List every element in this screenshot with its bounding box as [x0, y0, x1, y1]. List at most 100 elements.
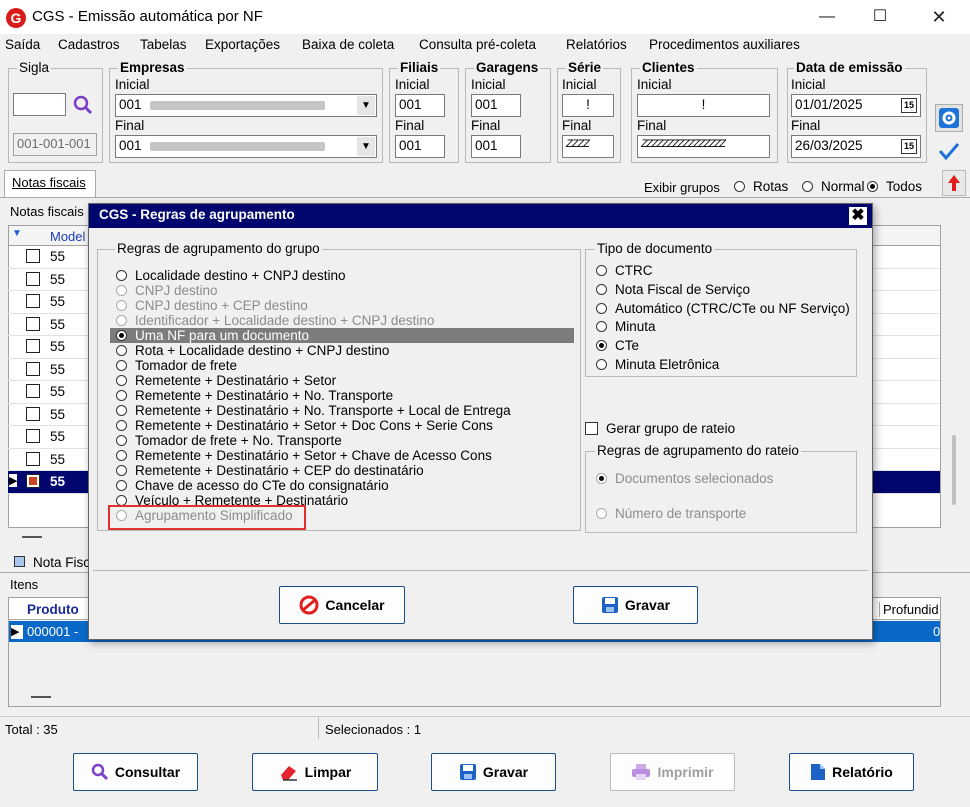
minimize-icon[interactable]: — — [804, 0, 850, 34]
group-rules-box: Regras de agrupamento do grupo Localidad… — [97, 241, 581, 531]
row-checkbox[interactable] — [26, 361, 40, 376]
close-icon[interactable]: ✖ — [849, 207, 867, 225]
doc-type-option[interactable]: Nota Fiscal de Serviço — [596, 282, 750, 297]
rule-label: Tomador de frete + No. Transporte — [135, 433, 342, 448]
exibir-todos-label: Todos — [886, 179, 923, 194]
garagens-title: Garagens — [474, 60, 541, 75]
serie-inicial-input[interactable]: ! — [562, 94, 614, 117]
rule-option[interactable]: Chave de acesso do CTe do consignatário — [116, 478, 389, 493]
menu-saida[interactable]: Saída — [5, 37, 40, 52]
gerar-rateio-checkbox[interactable]: Gerar grupo de rateio — [585, 421, 735, 436]
rule-option[interactable]: Tomador de frete — [116, 358, 237, 373]
filter-triangle-icon[interactable]: ▼ — [12, 228, 22, 239]
menu-exportacoes[interactable]: Exportações — [205, 37, 280, 52]
row-checkbox[interactable] — [26, 429, 40, 443]
gravar-button[interactable]: Gravar — [431, 753, 556, 791]
status-bar: Total : 35 Selecionados : 1 — [0, 716, 970, 739]
tab-nota-fisc[interactable]: Nota Fisc — [8, 553, 98, 573]
row-checkbox[interactable] — [26, 406, 40, 421]
calendar-icon[interactable]: 15 — [901, 139, 917, 154]
cliente-final-input[interactable]: ZZZZZZZZZZZZZZZZ — [637, 135, 770, 158]
rule-option[interactable]: Remetente + Destinatário + Setor — [116, 373, 336, 388]
menu-cadastros[interactable]: Cadastros — [58, 37, 120, 52]
calendar-icon[interactable]: 15 — [901, 98, 917, 113]
row-checkbox[interactable] — [26, 384, 40, 398]
data-inicial-input[interactable]: 01/01/2025 15 — [791, 94, 921, 117]
menu-tabelas[interactable]: Tabelas — [140, 37, 187, 52]
empresa-final-select[interactable]: 001 ▼ — [115, 135, 377, 158]
menu-baixa-coleta[interactable]: Baixa de coleta — [302, 37, 394, 52]
menu-procedimentos[interactable]: Procedimentos auxiliares — [649, 37, 800, 52]
col-profundidade[interactable]: Profundid — [879, 602, 939, 617]
cancelar-button[interactable]: Cancelar — [279, 586, 405, 624]
data-final-input[interactable]: 26/03/2025 15 — [791, 135, 921, 158]
doc-type-option[interactable]: CTRC — [596, 263, 653, 278]
relatorio-button[interactable]: Relatório — [789, 753, 914, 791]
row-checkbox[interactable] — [26, 316, 40, 331]
maximize-icon[interactable]: ☐ — [857, 0, 903, 34]
row-pointer-icon: ▶ — [11, 625, 23, 639]
settings-button[interactable] — [935, 104, 963, 132]
confirm-button[interactable] — [935, 137, 963, 165]
imprimir-button: Imprimir — [610, 753, 735, 791]
row-checkbox[interactable] — [26, 339, 40, 353]
exibir-rotas-label: Rotas — [753, 179, 789, 194]
row-checkbox[interactable] — [26, 474, 40, 488]
filial-inicial-input[interactable]: 001 — [395, 94, 445, 117]
grid-header-model[interactable]: Model — [50, 229, 85, 244]
exibir-radio-rotas[interactable]: Rotas — [734, 179, 788, 194]
chevron-down-icon[interactable]: ▼ — [357, 137, 375, 156]
rateio-option-transporte: Número de transporte — [596, 506, 746, 521]
menu-consulta-pre-coleta[interactable]: Consulta pré-coleta — [419, 37, 536, 52]
serie-final-label: Final — [562, 118, 592, 133]
arrow-up-button[interactable] — [942, 170, 966, 196]
cliente-inicial-input[interactable]: ! — [637, 94, 770, 117]
exibir-radio-todos[interactable]: Todos — [867, 179, 922, 194]
rule-option[interactable]: Uma NF para um documento — [110, 328, 574, 343]
search-icon[interactable] — [72, 94, 94, 116]
clientes-final-label: Final — [637, 118, 667, 133]
radio-icon — [116, 300, 127, 311]
doc-type-option[interactable]: Automático (CTRC/CTe ou NF Serviço) — [596, 301, 850, 316]
rule-option[interactable]: Remetente + Destinatário + CEP do destin… — [116, 463, 424, 478]
row-checkbox[interactable] — [26, 249, 40, 263]
status-total: Total : 35 — [5, 722, 58, 737]
rule-option[interactable]: Remetente + Destinatário + No. Transport… — [116, 403, 511, 418]
grid-scrollbar[interactable] — [952, 435, 956, 505]
limpar-button[interactable]: Limpar — [252, 753, 378, 791]
serie-final-input[interactable]: ZZZZ — [562, 135, 614, 158]
radio-icon — [116, 480, 127, 491]
doc-type-option[interactable]: Minuta Eletrônica — [596, 357, 719, 372]
row-checkbox[interactable] — [26, 451, 40, 466]
empresa-inicial-select[interactable]: 001 ▼ — [115, 94, 377, 117]
rule-option[interactable]: Localidade destino + CNPJ destino — [116, 268, 346, 283]
doc-type-option[interactable]: Minuta — [596, 319, 656, 334]
radio-icon — [596, 473, 607, 484]
row-model-value: 55 — [50, 474, 66, 489]
chevron-down-icon[interactable]: ▼ — [357, 96, 375, 115]
dialog-gravar-button[interactable]: Gravar — [573, 586, 698, 624]
garagem-inicial-input[interactable]: 001 — [471, 94, 521, 117]
rule-option[interactable]: Remetente + Destinatário + No. Transport… — [116, 388, 393, 403]
garagem-final-input[interactable]: 001 — [471, 135, 521, 158]
doc-type-option[interactable]: CTe — [596, 338, 639, 353]
menu-relatorios[interactable]: Relatórios — [566, 37, 627, 52]
rule-label: Remetente + Destinatário + No. Transport… — [135, 403, 511, 418]
rule-option[interactable]: Remetente + Destinatário + Setor + Chave… — [116, 448, 492, 463]
doc-type-label: Nota Fiscal de Serviço — [615, 281, 751, 297]
consultar-button[interactable]: Consultar — [73, 753, 198, 791]
relatorio-label: Relatório — [832, 764, 893, 780]
rule-option[interactable]: Tomador de frete + No. Transporte — [116, 433, 342, 448]
doc-type-label: CTRC — [615, 263, 653, 278]
filial-final-input[interactable]: 001 — [395, 135, 445, 158]
rule-option[interactable]: Remetente + Destinatário + Setor + Doc C… — [116, 418, 493, 433]
gear-icon — [939, 108, 959, 128]
close-icon[interactable]: ✕ — [916, 0, 962, 34]
exibir-radio-normal[interactable]: Normal — [802, 179, 865, 194]
sigla-input[interactable] — [13, 93, 66, 116]
col-produto[interactable]: Produto — [27, 602, 79, 617]
row-checkbox[interactable] — [26, 294, 40, 308]
row-checkbox[interactable] — [26, 271, 40, 286]
rule-option[interactable]: Rota + Localidade destino + CNPJ destino — [116, 343, 389, 358]
tab-notas-fiscais[interactable]: Notas fiscais — [4, 170, 96, 197]
